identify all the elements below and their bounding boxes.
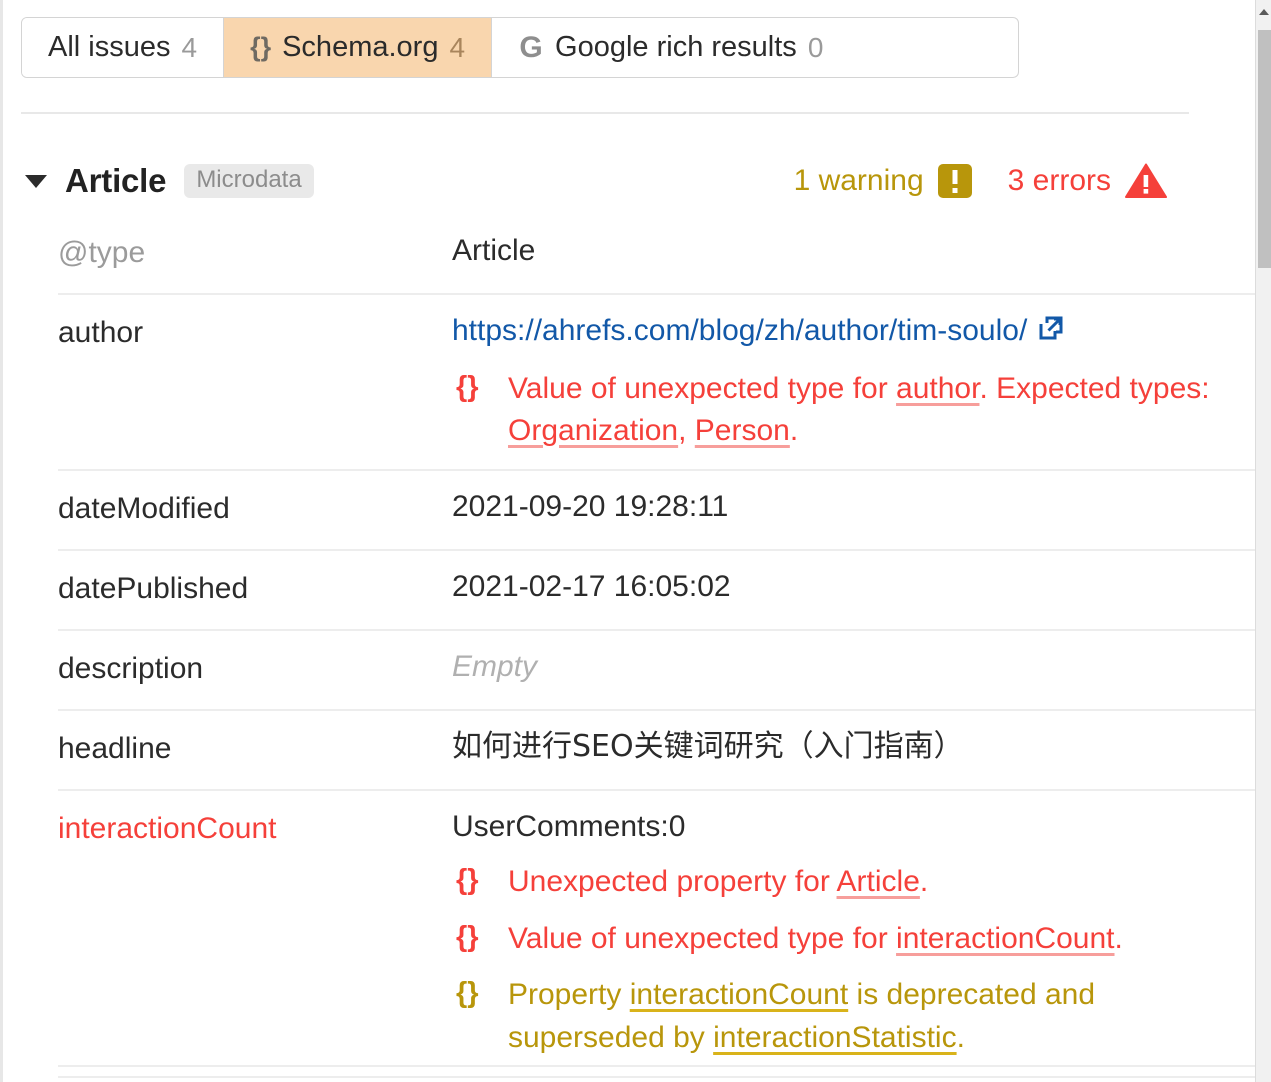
property-value-cell: 2021-09-20 19:28:11 bbox=[452, 487, 1258, 528]
schema-term-link[interactable]: Organization bbox=[508, 414, 678, 447]
scrollbar-thumb[interactable] bbox=[1258, 30, 1271, 268]
property-row: datePublished 2021-02-17 16:05:02 bbox=[58, 551, 1258, 631]
issue-message-text: Value of unexpected type for author. Exp… bbox=[508, 368, 1258, 453]
entity-issue-counts: 1 warning 3 errors bbox=[794, 163, 1211, 199]
tab-label: Google rich results bbox=[555, 31, 797, 63]
property-row: dateModified 2021-09-20 19:28:11 bbox=[58, 471, 1258, 551]
tab-count: 0 bbox=[807, 31, 824, 63]
property-value-cell: UserComments:0 {} Unexpected property for … bbox=[452, 807, 1258, 1060]
error-count-group[interactable]: 3 errors bbox=[1008, 163, 1167, 199]
tab-all-issues[interactable]: All issues 4 bbox=[22, 18, 225, 77]
curly-braces-icon: {} bbox=[250, 32, 272, 62]
warning-count-label: 1 warning bbox=[793, 164, 924, 197]
tab-label: Schema.org bbox=[282, 31, 439, 63]
issue-message-text: Value of unexpected type for interaction… bbox=[508, 918, 1123, 961]
property-row: headline 如何进行SEO关键词研究（入门指南） bbox=[58, 711, 1258, 791]
entity-title: Article bbox=[65, 162, 167, 199]
entity-header: Article Microdata 1 warning 3 errors bbox=[21, 152, 1211, 210]
vertical-scrollbar[interactable] bbox=[1255, 0, 1271, 1082]
property-key: description bbox=[58, 651, 204, 685]
property-value-cell: Article bbox=[452, 231, 1258, 272]
tab-google-rich-results[interactable]: G Google rich results 0 bbox=[492, 18, 850, 77]
issue-message-fragment: Value of unexpected type for bbox=[508, 371, 897, 405]
property-key: headline bbox=[58, 731, 172, 765]
issue-message-fragment: Unexpected property for bbox=[508, 865, 837, 899]
curly-braces-icon: {} bbox=[456, 920, 479, 953]
tab-schema-org[interactable]: {} Schema.org 4 bbox=[224, 18, 493, 77]
scroll-up-arrow-icon[interactable] bbox=[1259, 9, 1269, 15]
schema-term-link[interactable]: Person bbox=[695, 414, 790, 447]
curly-braces-icon: {} bbox=[456, 864, 479, 897]
property-key: @type bbox=[58, 236, 146, 269]
schema-term-link[interactable]: interactionStatistic bbox=[713, 1021, 956, 1054]
issue-message-fragment: . bbox=[956, 1020, 965, 1054]
issue-message-error: {} Unexpected property for Article. bbox=[452, 861, 1258, 904]
issue-message-fragment: Value of unexpected type for bbox=[508, 921, 897, 955]
issue-message-warning: {} Property interactionCount is deprecate… bbox=[452, 974, 1258, 1059]
issue-message-text: Unexpected property for Article. bbox=[508, 861, 928, 904]
issue-message-fragment: . Expected types: bbox=[979, 371, 1210, 405]
property-row: interactionCount UserComments:0 {} Unexpect… bbox=[58, 791, 1258, 1078]
issue-message-fragment: . bbox=[1114, 921, 1123, 955]
collapse-caret-icon[interactable] bbox=[25, 174, 47, 188]
property-value-link[interactable]: https://ahrefs.com/blog/zh/author/tim-so… bbox=[452, 314, 1027, 347]
property-key: dateModified bbox=[58, 491, 230, 525]
property-value-cell: Empty bbox=[452, 647, 1258, 688]
tabbar-divider bbox=[21, 112, 1189, 114]
issue-message-text: Property interactionCount is deprecated … bbox=[508, 974, 1258, 1059]
tab-label: All issues bbox=[48, 31, 171, 63]
property-value-cell: 2021-02-17 16:05:02 bbox=[452, 567, 1258, 608]
issue-message-fragment: Property bbox=[508, 978, 630, 1012]
property-value-cell: 如何进行SEO关键词研究（入门指南） bbox=[452, 727, 1258, 768]
property-value-empty: Empty bbox=[452, 649, 538, 683]
issue-message-fragment: . bbox=[789, 414, 799, 448]
warning-count-group[interactable]: 1 warning bbox=[794, 164, 972, 198]
issue-message-error: {} Value of unexpected type for author. E… bbox=[452, 368, 1258, 453]
issue-message-fragment: , bbox=[678, 414, 695, 448]
schema-term-link[interactable]: Article bbox=[837, 865, 920, 898]
property-key: datePublished bbox=[58, 571, 249, 605]
tab-count: 4 bbox=[181, 31, 198, 63]
property-table: @type Article author https://ahrefs.com/blo… bbox=[58, 215, 1258, 1078]
property-key: interactionCount bbox=[58, 811, 277, 845]
structured-data-panel: All issues 4 {} Schema.org 4 G Google rich res… bbox=[0, 0, 1271, 1082]
curly-braces-icon: {} bbox=[456, 977, 479, 1010]
schema-term-link[interactable]: interactionCount bbox=[896, 922, 1114, 955]
tab-count: 4 bbox=[449, 31, 466, 63]
schema-term-link[interactable]: interactionCount bbox=[630, 978, 848, 1011]
entity-format-badge: Microdata bbox=[184, 164, 314, 198]
property-value: 2021-09-20 19:28:11 bbox=[452, 489, 729, 523]
google-g-icon: G bbox=[519, 30, 543, 64]
issue-message-fragment: . bbox=[919, 865, 929, 899]
issue-source-tabs: All issues 4 {} Schema.org 4 G Google rich res… bbox=[21, 17, 1019, 78]
error-icon bbox=[1125, 163, 1167, 199]
table-bottom-divider bbox=[58, 1065, 1258, 1067]
property-row: description Empty bbox=[58, 631, 1258, 711]
property-value-cell: https://ahrefs.com/blog/zh/author/tim-so… bbox=[452, 311, 1258, 453]
property-value: 如何进行SEO关键词研究（入门指南） bbox=[452, 728, 964, 764]
curly-braces-icon: {} bbox=[456, 370, 479, 403]
issue-message-error: {} Value of unexpected type for interacti… bbox=[452, 918, 1258, 961]
warning-icon bbox=[937, 164, 972, 198]
external-link-icon[interactable] bbox=[1037, 313, 1065, 354]
property-row: author https://ahrefs.com/blog/zh/author/… bbox=[58, 295, 1258, 471]
error-count-label: 3 errors bbox=[1007, 164, 1111, 197]
property-value: 2021-02-17 16:05:02 bbox=[452, 569, 731, 603]
schema-term-link[interactable]: author bbox=[896, 372, 979, 405]
property-key: author bbox=[58, 316, 144, 349]
property-row: @type Article bbox=[58, 215, 1258, 295]
property-value: UserComments:0 bbox=[452, 809, 686, 843]
property-value: Article bbox=[452, 234, 536, 267]
